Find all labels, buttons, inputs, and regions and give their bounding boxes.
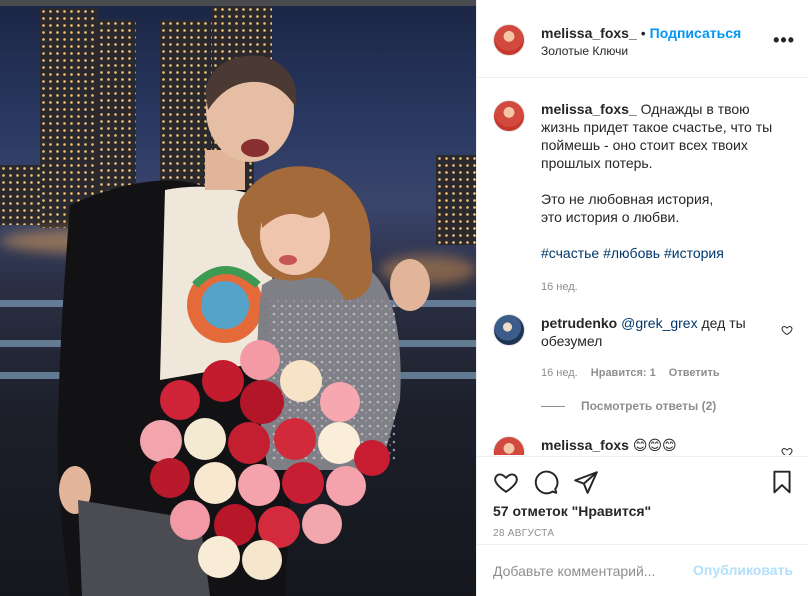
reply-button[interactable]: Ответить	[669, 367, 720, 379]
view-replies-button[interactable]: Посмотреть ответы (2)	[541, 399, 716, 413]
hashtag-link[interactable]: #история	[664, 245, 724, 261]
mention-link[interactable]: @grek_grex	[621, 315, 697, 331]
author-line: melissa_foxs_ • Подписаться	[541, 25, 741, 41]
post-date[interactable]: 28 АВГУСТА	[493, 528, 554, 539]
location-link[interactable]: Золотые Ключи	[541, 44, 628, 58]
caption-avatar[interactable]	[493, 100, 525, 132]
commenter-avatar[interactable]	[493, 436, 525, 455]
caption-username[interactable]: melissa_foxs_	[541, 101, 637, 117]
rose-bouquet	[140, 340, 390, 580]
add-comment-bar: Опубликовать	[477, 544, 808, 596]
comment-time[interactable]: 16 нед.	[541, 367, 578, 379]
view-replies-label: Посмотреть ответы (2)	[581, 399, 717, 413]
post-photo[interactable]	[0, 0, 476, 596]
comment-icon[interactable]	[533, 469, 559, 495]
commenter-username[interactable]: melissa_foxs	[541, 437, 629, 453]
heart-icon[interactable]	[493, 469, 519, 495]
separator-dot: •	[640, 25, 646, 41]
comment-text: 😊😊😊	[632, 437, 677, 453]
caption-text-2: Это не любовная история,	[541, 191, 714, 207]
bookmark-icon[interactable]	[769, 469, 795, 495]
comment-likes[interactable]: Нравится: 1	[591, 367, 656, 379]
commenter-avatar[interactable]	[493, 314, 525, 346]
comment-like-heart-icon[interactable]	[781, 446, 793, 455]
comments-list: melissa_foxs_ Однажды в твою жизнь приде…	[477, 79, 808, 455]
author-username[interactable]: melissa_foxs_	[541, 25, 637, 41]
author-avatar[interactable]	[493, 24, 525, 56]
publish-button[interactable]: Опубликовать	[693, 562, 793, 578]
commenter-username[interactable]: petrudenko	[541, 315, 617, 331]
replies-divider	[541, 405, 565, 407]
caption-text-3: это история о любви.	[541, 209, 680, 225]
comment-input[interactable]	[493, 561, 683, 581]
more-horizontal-icon[interactable]: •••	[773, 30, 795, 51]
hashtag-link[interactable]: #счастье	[541, 245, 599, 261]
share-icon[interactable]	[573, 469, 599, 495]
hashtag-link[interactable]: #любовь	[603, 245, 660, 261]
caption-time[interactable]: 16 нед.	[541, 278, 789, 296]
post-actions: 57 отметок "Нравится" 28 АВГУСТА	[477, 456, 808, 544]
comment-like-heart-icon[interactable]	[781, 324, 793, 336]
follow-button[interactable]: Подписаться	[650, 25, 742, 41]
likes-count[interactable]: 57 отметок "Нравится"	[493, 503, 651, 519]
post-header: melissa_foxs_ • Подписаться Золотые Ключи …	[477, 0, 808, 78]
post-sidebar: melissa_foxs_ • Подписаться Золотые Ключи …	[476, 0, 808, 596]
